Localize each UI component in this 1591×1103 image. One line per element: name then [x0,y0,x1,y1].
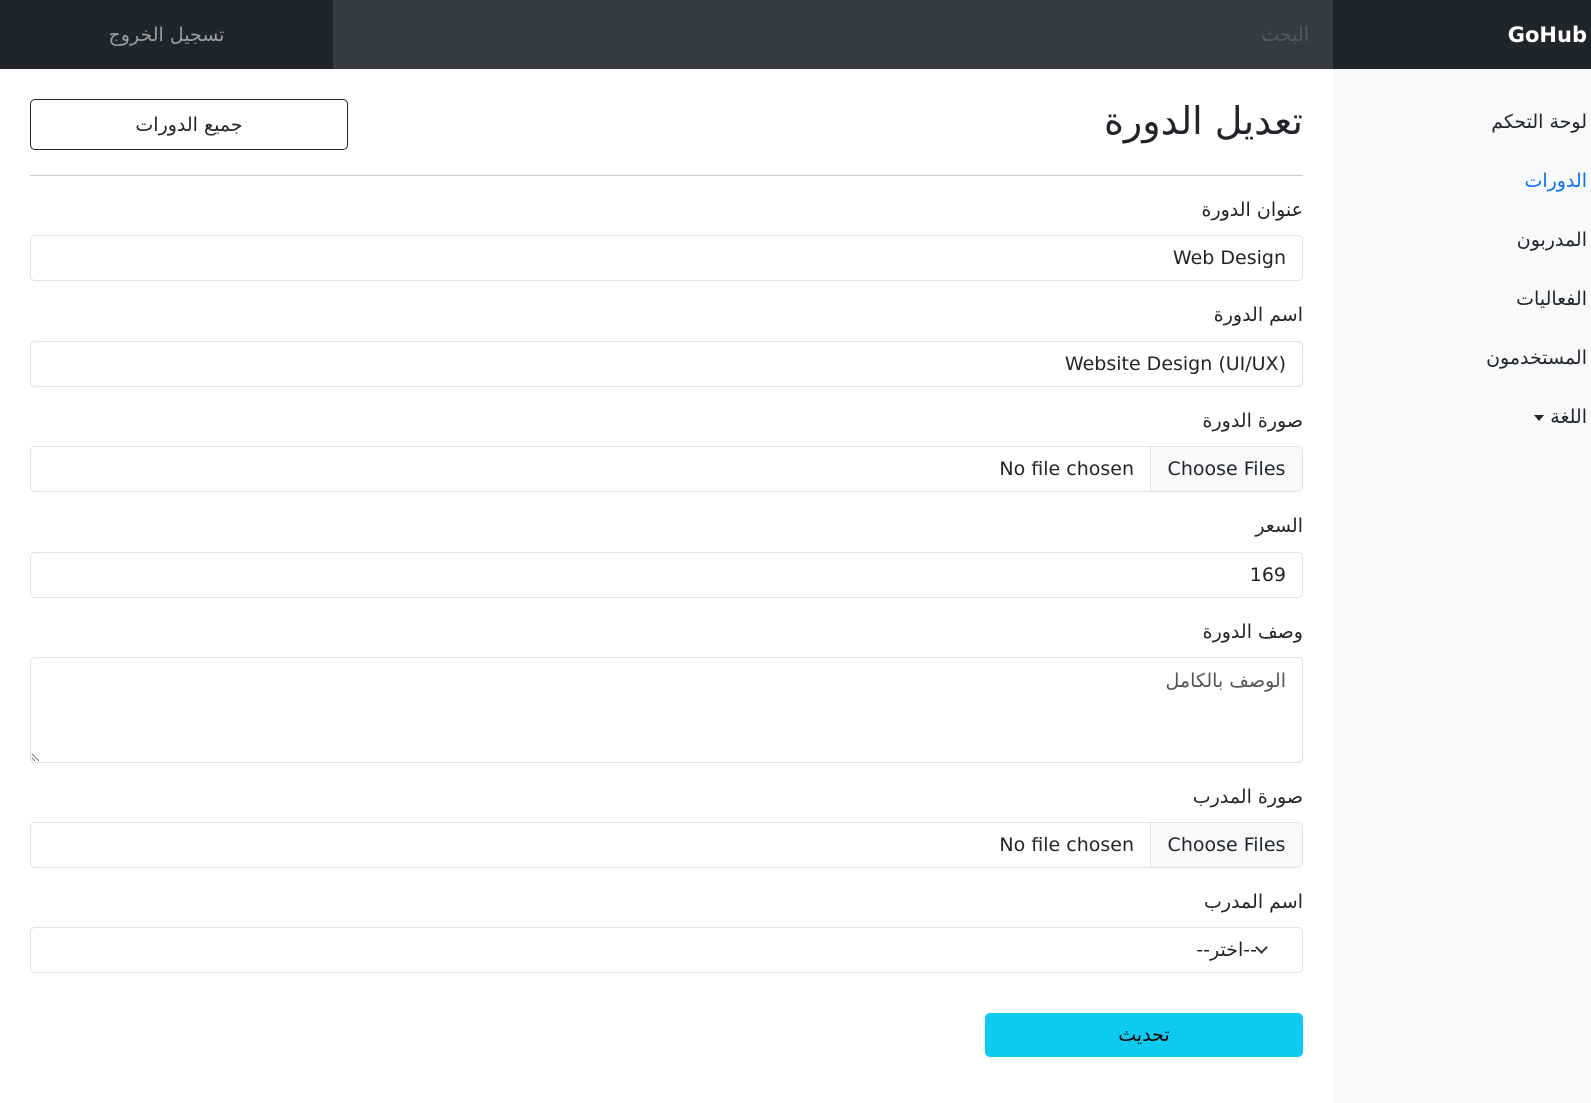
sidebar-item-users[interactable]: المستخدمون [1486,347,1587,369]
trainer-name-label: اسم المدرب [1204,891,1303,913]
choose-files-button[interactable]: Choose Files [1150,823,1302,867]
price-input[interactable] [30,552,1303,598]
chevron-down-icon [1255,940,1268,954]
sidebar-item-trainers[interactable]: المدربون [1517,229,1587,251]
trainer-image-file-input[interactable]: Choose Files No file chosen [30,822,1303,868]
course-image-label: صورة الدورة [1202,410,1303,432]
language-label: اللغة [1550,406,1587,428]
sidebar: لوحة التحكم الدورات المدربون الفعاليات ا… [1333,69,1591,1103]
logout-link[interactable]: تسجيل الخروج [0,0,333,69]
sidebar-item-events[interactable]: الفعاليات [1516,288,1587,310]
trainer-name-select[interactable]: --اختر-- [30,927,1303,973]
brand-logo[interactable]: GoHub [1333,0,1591,69]
caret-down-icon [1534,414,1545,421]
all-courses-button[interactable]: جميع الدورات [30,99,348,150]
search-input[interactable] [333,0,1333,69]
description-textarea[interactable] [30,657,1303,763]
course-title-input[interactable] [30,235,1303,281]
main-content: تعديل الدورة جميع الدورات عنوان الدورة ا… [0,69,1333,1103]
divider [30,175,1303,176]
sidebar-item-dashboard[interactable]: لوحة التحكم [1491,111,1587,133]
course-name-label: اسم الدورة [1213,304,1303,326]
course-name-input[interactable] [30,341,1303,387]
course-title-label: عنوان الدورة [1201,199,1303,221]
file-status: No file chosen [999,834,1134,856]
update-button[interactable]: تحديث [985,1013,1303,1057]
price-label: السعر [1255,515,1303,537]
course-image-file-input[interactable]: Choose Files No file chosen [30,446,1303,492]
trainer-image-label: صورة المدرب [1192,786,1303,808]
sidebar-item-language[interactable]: اللغة [1534,406,1587,428]
trainer-select-value: --اختر-- [1196,939,1257,961]
sidebar-item-courses[interactable]: الدورات [1524,170,1587,192]
top-navbar: تسجيل الخروج GoHub [0,0,1591,69]
file-status: No file chosen [999,458,1134,480]
choose-files-button[interactable]: Choose Files [1150,447,1302,491]
description-label: وصف الدورة [1202,621,1303,643]
page-title: تعديل الدورة [1104,99,1303,143]
